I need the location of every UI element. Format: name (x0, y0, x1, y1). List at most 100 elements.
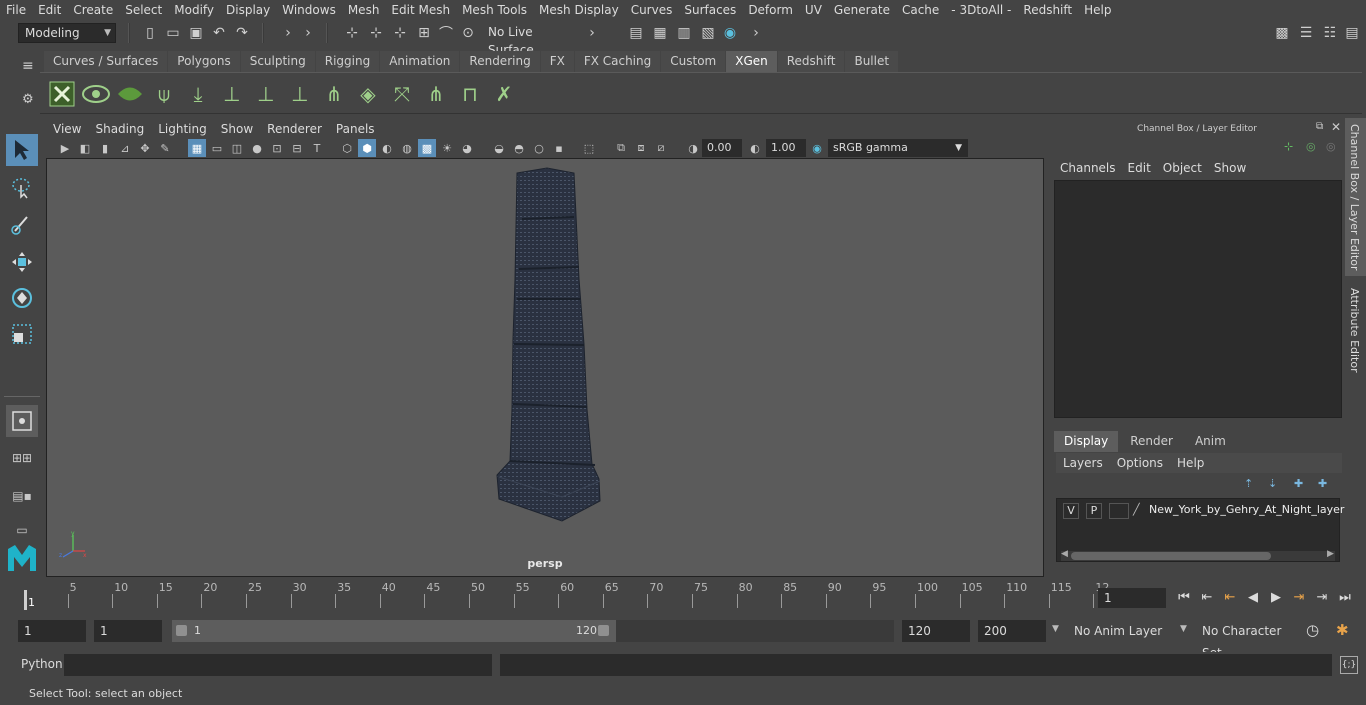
command-input[interactable] (64, 654, 492, 676)
viewport-menu-renderer[interactable]: Renderer (260, 120, 329, 138)
layer-color-slash-icon[interactable]: ╱ (1133, 503, 1140, 516)
scroll-left-icon[interactable]: ◀ (1061, 549, 1068, 559)
current-time-marker[interactable] (24, 590, 27, 610)
float-panel-icon[interactable]: ⧉ (1316, 121, 1323, 132)
time-slider[interactable]: 1 5 10 15 20 25 30 35 40 45 50 55 60 65 70 75 80 85 90 95 10… (18, 580, 1109, 610)
bookmark-icon[interactable]: ▮ (96, 139, 114, 157)
viewport-menu-show[interactable]: Show (214, 120, 260, 138)
playback-end-field[interactable]: 120 (902, 620, 970, 642)
depth-of-field-icon[interactable]: ▪ (550, 139, 568, 157)
undo-icon[interactable]: ↶ (209, 23, 229, 43)
render-view-icon[interactable]: ▤ (626, 23, 646, 43)
menu-create[interactable]: Create (67, 0, 119, 20)
channel-box-area[interactable] (1054, 180, 1342, 418)
layer-menu-help[interactable]: Help (1170, 453, 1211, 473)
channel-box-menu-edit[interactable]: Edit (1122, 158, 1157, 178)
animation-preferences-icon[interactable]: ✱ (1336, 621, 1349, 639)
wireframe-on-shaded-icon[interactable]: ◍ (398, 139, 416, 157)
menu-display[interactable]: Display (220, 0, 276, 20)
menu-generate[interactable]: Generate (828, 0, 896, 20)
menu-modify[interactable]: Modify (168, 0, 220, 20)
anim-layer-dropdown[interactable]: No Anim Layer (1068, 620, 1174, 642)
channel-box-speed-icon[interactable]: ◎ (1326, 140, 1336, 153)
shelf-tab-bullet[interactable]: Bullet (845, 51, 899, 72)
layer-tab-anim[interactable]: Anim (1184, 431, 1236, 452)
shelf-menu-icon[interactable]: ≡ (22, 58, 34, 74)
xray-icon[interactable]: ⧉ (612, 139, 630, 157)
auto-key-icon[interactable]: ◷ (1306, 621, 1319, 639)
channel-box-options-icon[interactable]: ⊹ (1284, 140, 1293, 153)
live-surface-field[interactable]: No Live Surface (482, 23, 582, 57)
xgen-sculpt-icon[interactable]: ⤧ (386, 78, 418, 110)
menu-edit[interactable]: Edit (32, 0, 67, 20)
chevron-down-icon[interactable]: ▼ (1052, 624, 1059, 634)
shelf-tab-rendering[interactable]: Rendering (460, 51, 540, 72)
select-component-icon[interactable]: ⊹ (390, 23, 410, 43)
xgen-interactive-groom-icon[interactable]: ⊓ (454, 78, 486, 110)
xgen-lock-guide-icon[interactable]: ⊥ (284, 78, 316, 110)
scroll-right-icon[interactable]: ▶ (1327, 549, 1334, 559)
menu-3dtoall[interactable]: - 3DtoAll - (945, 0, 1017, 20)
shelf-tab-custom[interactable]: Custom (661, 51, 726, 72)
layer-display-type-toggle[interactable] (1109, 503, 1129, 519)
isolate-select-icon[interactable]: ⬚ (580, 139, 598, 157)
range-slider-track[interactable]: 1 120 (172, 620, 894, 642)
select-object-icon[interactable]: ⊹ (366, 23, 386, 43)
collapse-arrow-icon[interactable]: › (582, 23, 602, 43)
gate-mask-icon[interactable]: ● (248, 139, 266, 157)
image-plane-icon[interactable]: ⊿ (116, 139, 134, 157)
xgen-add-guide-icon[interactable]: ⊥ (216, 78, 248, 110)
script-editor-icon[interactable]: {;} (1340, 656, 1358, 674)
step-back-key-icon[interactable]: ⇤ (1197, 586, 1217, 608)
xgen-grooming-icon[interactable]: ⋔ (420, 78, 452, 110)
step-forward-key-icon[interactable]: ⇥ (1312, 586, 1332, 608)
layer-list-scrollbar[interactable]: ◀ ▶ (1061, 549, 1335, 561)
tab-attribute-editor[interactable]: Attribute Editor (1345, 282, 1366, 374)
tool-settings-toggle-icon[interactable]: ☷ (1320, 23, 1340, 43)
close-icon[interactable]: ✕ (1331, 120, 1341, 134)
playback-start-field[interactable]: 1 (94, 620, 162, 642)
go-to-end-icon[interactable]: ⏭ (1335, 586, 1355, 608)
workspace-icon[interactable]: ▩ (1272, 23, 1292, 43)
snap-grid-icon[interactable]: ⊞ (414, 23, 434, 43)
move-layer-down-icon[interactable]: ⇣ (1268, 477, 1277, 490)
menu-redshift[interactable]: Redshift (1017, 0, 1078, 20)
scene-start-field[interactable]: 1 (18, 620, 86, 642)
menu-select[interactable]: Select (119, 0, 168, 20)
menu-edit-mesh[interactable]: Edit Mesh (385, 0, 456, 20)
viewport-menu-view[interactable]: View (46, 120, 88, 138)
mode-dropdown[interactable]: Modeling ▼ (18, 23, 116, 43)
safe-action-icon[interactable]: ⊟ (288, 139, 306, 157)
grid-toggle-icon[interactable]: ▦ (188, 139, 206, 157)
channel-box-menu-channels[interactable]: Channels (1054, 158, 1122, 178)
color-space-dropdown[interactable]: sRGB gamma ▼ (828, 139, 968, 157)
grease-pencil-icon[interactable]: ✎ (156, 139, 174, 157)
safe-title-icon[interactable]: T (308, 139, 326, 157)
scale-tool-icon[interactable] (6, 318, 38, 350)
menu-uv[interactable]: UV (799, 0, 828, 20)
shelf-settings-gear-icon[interactable]: ⚙ (22, 92, 34, 107)
use-all-lights-icon[interactable]: ☀ (438, 139, 456, 157)
menu-curves[interactable]: Curves (625, 0, 679, 20)
shelf-tab-fx-caching[interactable]: FX Caching (574, 51, 661, 72)
play-forward-icon[interactable]: ▶ (1266, 586, 1286, 608)
new-scene-icon[interactable]: ▯ (140, 23, 160, 43)
default-material-icon[interactable]: ◐ (378, 139, 396, 157)
move-tool-icon[interactable] (6, 246, 38, 278)
xgen-place-guide-icon[interactable]: ⤓ (182, 78, 214, 110)
channel-box-menu-object[interactable]: Object (1157, 158, 1208, 178)
shelf-tab-curves-surfaces[interactable]: Curves / Surfaces (44, 51, 168, 72)
scene-end-field[interactable]: 200 (978, 620, 1046, 642)
layer-tab-render[interactable]: Render (1120, 431, 1183, 452)
play-backward-icon[interactable]: ◀ (1243, 586, 1263, 608)
xgen-delete-groom-icon[interactable]: ✗ (488, 78, 520, 110)
xgen-guide-bend-icon[interactable]: ⋔ (318, 78, 350, 110)
shelf-tab-polygons[interactable]: Polygons (168, 51, 240, 72)
shelf-tab-xgen[interactable]: XGen (726, 51, 777, 72)
shelf-tab-fx[interactable]: FX (540, 51, 574, 72)
layer-row[interactable]: V P ╱ New_York_by_Gehry_At_Night_layer (1057, 499, 1344, 521)
field-chart-icon[interactable]: ⊡ (268, 139, 286, 157)
xgen-guide-visibility-icon[interactable]: ⊥ (250, 78, 282, 110)
range-start-knob[interactable] (176, 625, 187, 636)
range-end-knob[interactable] (598, 625, 609, 636)
